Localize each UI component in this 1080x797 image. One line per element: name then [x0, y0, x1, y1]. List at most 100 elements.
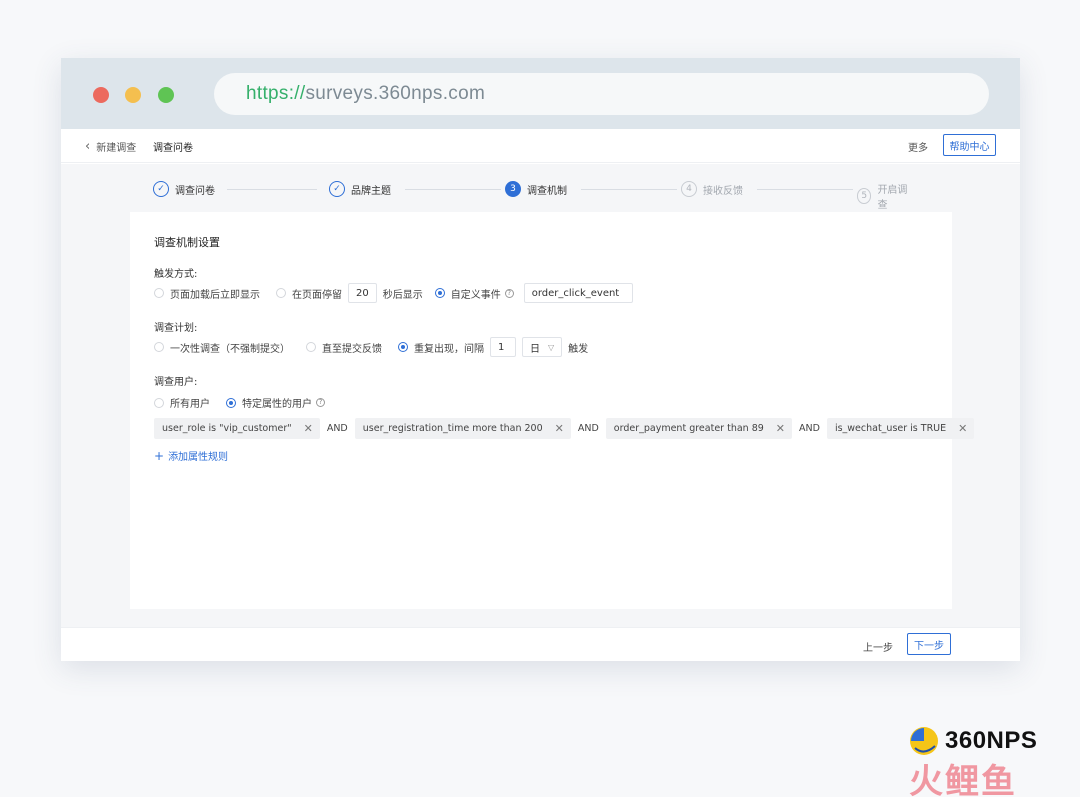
radio[interactable] — [154, 397, 164, 408]
radio-selected[interactable] — [398, 342, 408, 352]
card-title: 调查机制设置 — [154, 236, 220, 249]
close-icon[interactable]: ✕ — [304, 422, 313, 435]
browser-titlebar: https://surveys.360nps.com — [61, 58, 1020, 129]
plan-options: 一次性调查（不强制提交） 直至提交反馈 重复出现，间隔 1 日 ▽ 触发 — [154, 337, 604, 357]
trigger-option-custom[interactable]: 自定义事件 ? order_click_event — [434, 283, 639, 303]
chevron-left-icon: ‹ — [85, 138, 91, 154]
users-option-specific[interactable]: 特定属性的用户 ? — [226, 395, 325, 410]
minimize-window-button[interactable] — [125, 87, 141, 103]
step-connector — [405, 189, 501, 190]
browser-window: https://surveys.360nps.com ‹ 新建调查 调查问卷 更… — [61, 58, 1020, 661]
users-options: 所有用户 特定属性的用户 ? — [154, 395, 341, 410]
plan-option-until[interactable]: 直至提交反馈 — [306, 340, 382, 355]
check-icon: ✓ — [329, 181, 345, 197]
help-icon[interactable]: ? — [316, 398, 325, 407]
users-label: 调查用户: — [154, 377, 198, 388]
option-label: 在页面停留 — [292, 289, 342, 301]
rule-tag: user_role is "vip_customer" ✕ — [154, 418, 320, 439]
rule-tags: user_role is "vip_customer" ✕ AND user_r… — [154, 418, 975, 439]
more-menu[interactable]: 更多 — [908, 139, 928, 154]
step-label: 开启调查 — [877, 185, 908, 211]
step-connector — [227, 189, 317, 190]
close-icon[interactable]: ✕ — [776, 422, 785, 435]
radio-selected[interactable] — [434, 288, 445, 298]
step-4[interactable]: 4 接收反馈 — [681, 181, 749, 197]
interval-input[interactable]: 1 — [490, 337, 516, 357]
option-label: 触发 — [568, 343, 589, 355]
back-link-label: 新建调查 — [96, 143, 137, 154]
option-label: 特定属性的用户 — [242, 399, 312, 410]
select-value: 日 — [530, 343, 540, 355]
close-icon[interactable]: ✕ — [958, 422, 967, 435]
trigger-option-pageload[interactable]: 页面加载后立即显示 — [154, 286, 260, 301]
custom-event-input[interactable]: order_click_event — [523, 283, 633, 303]
back-link[interactable]: ‹ 新建调查 — [85, 138, 137, 155]
option-label: 自定义事件 — [450, 289, 501, 301]
rule-text: order_payment greater than 89 — [613, 423, 764, 434]
rule-connector: AND — [326, 423, 348, 434]
help-icon[interactable]: ? — [504, 288, 514, 298]
add-rule-button[interactable]: + 添加属性规则 — [154, 448, 229, 464]
url-scheme: https:// — [246, 83, 306, 104]
maximize-window-button[interactable] — [158, 87, 174, 103]
step-1[interactable]: ✓ 调查问卷 — [153, 181, 221, 197]
option-label: 重复出现，间隔 — [414, 343, 484, 355]
step-number: 3 — [505, 181, 521, 197]
option-label: 一次性调查（不强制提交） — [170, 343, 290, 355]
plan-label: 调查计划: — [154, 323, 198, 334]
radio[interactable] — [154, 288, 164, 298]
step-number: 5 — [857, 188, 872, 204]
stepper: ✓ 调查问卷 ✓ 品牌主题 3 调查机制 4 接收反馈 5 开启调查 — [153, 181, 919, 211]
option-label: 页面加载后立即显示 — [170, 289, 260, 301]
step-label: 调查机制 — [527, 185, 567, 197]
app-header: ‹ 新建调查 调查问卷 更多 帮助中心 — [61, 129, 1020, 163]
url-host: surveys.360nps.com — [305, 83, 486, 104]
next-step-button[interactable]: 下一步 — [907, 633, 951, 655]
step-label: 品牌主题 — [351, 185, 391, 197]
interval-unit-select[interactable]: 日 ▽ — [522, 337, 563, 357]
address-bar[interactable]: https://surveys.360nps.com — [214, 73, 989, 115]
rule-text: user_role is "vip_customer" — [162, 423, 292, 434]
rule-tag: is_wechat_user is TRUE ✕ — [826, 418, 975, 439]
brand-logo: 360NPS 火鲤鱼 — [907, 723, 1057, 797]
step-connector — [757, 189, 853, 190]
rule-tag: order_payment greater than 89 ✕ — [605, 418, 793, 439]
radio-selected[interactable] — [226, 397, 236, 408]
plus-icon: + — [154, 448, 165, 463]
users-option-all[interactable]: 所有用户 — [154, 395, 210, 410]
rule-connector: AND — [577, 423, 599, 434]
help-center-button[interactable]: 帮助中心 — [943, 134, 996, 156]
rule-tag: user_registration_time more than 200 ✕ — [354, 418, 571, 439]
plan-option-once[interactable]: 一次性调查（不强制提交） — [154, 340, 290, 355]
check-icon: ✓ — [153, 181, 169, 197]
chevron-down-icon: ▽ — [548, 342, 555, 352]
settings-card: 调查机制设置 触发方式: 页面加载后立即显示 在页面停留 20 秒后显示 自定义… — [130, 212, 975, 609]
trigger-label: 触发方式: — [154, 269, 198, 280]
page-title: 调查问卷 — [153, 143, 193, 154]
footer-bar: 上一步 下一步 — [61, 627, 1020, 661]
rule-text: user_registration_time more than 200 — [362, 423, 543, 434]
rule-connector: AND — [799, 423, 820, 434]
radio[interactable] — [276, 288, 286, 298]
option-label: 所有用户 — [170, 399, 210, 410]
brand-subtitle: 火鲤鱼 — [909, 762, 1017, 797]
step-2[interactable]: ✓ 品牌主题 — [329, 181, 397, 197]
option-label: 直至提交反馈 — [322, 343, 382, 355]
step-5[interactable]: 5 开启调查 — [857, 181, 919, 211]
radio[interactable] — [306, 342, 316, 352]
step-connector — [581, 189, 677, 190]
prev-step-button[interactable]: 上一步 — [863, 639, 893, 654]
stay-seconds-input[interactable]: 20 — [348, 283, 377, 303]
close-window-button[interactable] — [93, 87, 109, 103]
radio[interactable] — [154, 342, 164, 352]
step-3[interactable]: 3 调查机制 — [505, 181, 573, 197]
option-label: 秒后显示 — [382, 289, 423, 301]
trigger-option-stay[interactable]: 在页面停留 20 秒后显示 — [276, 283, 423, 303]
plan-option-repeat[interactable]: 重复出现，间隔 1 日 ▽ 触发 — [398, 337, 588, 357]
brand-name: 360NPS — [945, 727, 1038, 754]
logo-mark-icon — [910, 727, 938, 755]
step-label: 接收反馈 — [703, 185, 743, 197]
close-icon[interactable]: ✕ — [555, 422, 564, 435]
add-rule-label: 添加属性规则 — [168, 452, 229, 463]
step-label: 调查问卷 — [175, 185, 215, 197]
